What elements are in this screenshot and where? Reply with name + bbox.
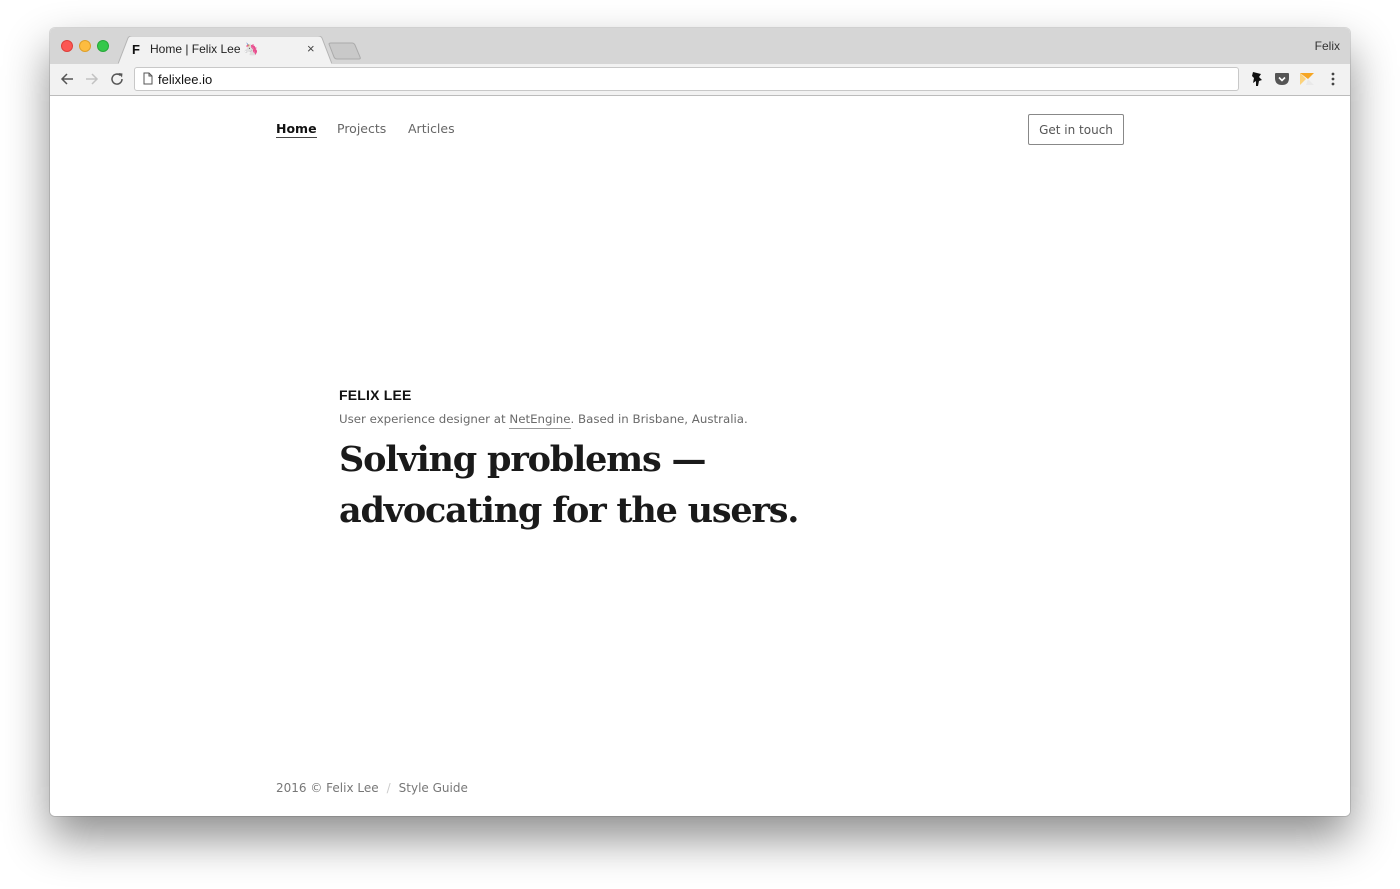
document-icon — [143, 72, 153, 85]
close-tab-icon[interactable]: × — [307, 41, 315, 56]
tab-title: Home | Felix Lee 🦄 — [150, 42, 259, 56]
ninja-extension-button[interactable] — [1248, 70, 1266, 88]
menu-kebab-icon — [1331, 72, 1335, 86]
hero-name: FELIX LEE — [339, 387, 412, 403]
headline-line-1: Solving problems — — [339, 439, 706, 480]
close-window-button[interactable] — [61, 40, 73, 52]
highlighter-extension-icon — [1300, 73, 1314, 85]
new-tab-button[interactable] — [328, 42, 362, 60]
title-bar: F Home | Felix Lee 🦄 × Felix — [50, 28, 1350, 64]
web-page: Home Projects Articles Get in touch FELI… — [50, 96, 1350, 816]
hero-headline: Solving problems — advocating for the us… — [339, 434, 799, 536]
browser-window: F Home | Felix Lee 🦄 × Felix felixlee.io… — [50, 28, 1350, 816]
back-icon — [60, 73, 73, 85]
nav-link-projects[interactable]: Projects — [337, 121, 386, 136]
nav-link-articles[interactable]: Articles — [408, 121, 455, 136]
back-button[interactable] — [58, 70, 76, 88]
pocket-button[interactable] — [1273, 70, 1291, 88]
maximize-window-button[interactable] — [97, 40, 109, 52]
subtitle-prefix: User experience designer at — [339, 412, 510, 426]
minimize-window-button[interactable] — [79, 40, 91, 52]
browser-menu-button[interactable] — [1324, 70, 1342, 88]
style-guide-link[interactable]: Style Guide — [399, 781, 468, 795]
footer-separator: / — [386, 781, 391, 795]
reload-button[interactable] — [108, 70, 126, 88]
url-text[interactable]: felixlee.io — [158, 72, 212, 87]
hero-subtitle: User experience designer at NetEngine. B… — [339, 412, 748, 429]
footer-copyright: 2016 © Felix Lee — [276, 781, 379, 795]
site-footer: 2016 © Felix Lee / Style Guide — [276, 781, 468, 795]
get-in-touch-button[interactable]: Get in touch — [1028, 114, 1124, 145]
address-bar[interactable]: felixlee.io — [134, 67, 1239, 91]
headline-line-2: advocating for the users. — [339, 490, 799, 531]
forward-button[interactable] — [83, 70, 101, 88]
forward-icon — [86, 73, 99, 85]
profile-name[interactable]: Felix — [1315, 39, 1340, 53]
nav-link-home[interactable]: Home — [276, 121, 317, 138]
ninja-extension-icon — [1252, 72, 1262, 86]
pocket-icon — [1275, 73, 1289, 85]
subtitle-suffix: . Based in Brisbane, Australia. — [570, 412, 748, 426]
browser-tab-active[interactable]: F Home | Felix Lee 🦄 × — [118, 36, 332, 64]
highlighter-extension-button[interactable] — [1298, 70, 1316, 88]
browser-toolbar: felixlee.io — [50, 64, 1350, 96]
reload-icon — [111, 73, 123, 85]
netengine-link[interactable]: NetEngine — [509, 412, 571, 429]
site-favicon-icon: F — [132, 42, 140, 57]
